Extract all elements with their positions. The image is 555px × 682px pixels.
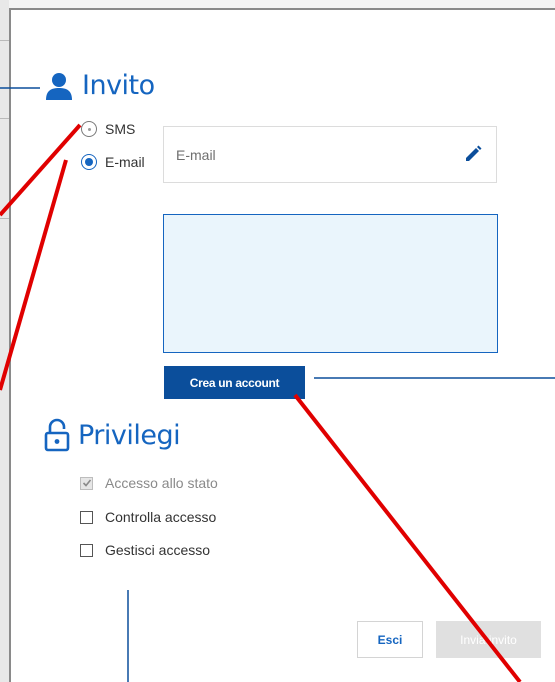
person-icon <box>46 72 72 100</box>
radio-email[interactable]: E-mail <box>81 154 145 170</box>
checkbox-control-access[interactable] <box>80 510 93 524</box>
background-strip <box>0 0 9 682</box>
invite-title: Invito <box>82 70 155 101</box>
checkbox-manage-access[interactable] <box>80 543 93 557</box>
invite-section-title: Invito <box>44 70 155 101</box>
privilege-status-access-label: Accesso allo stato <box>105 475 218 491</box>
privileges-section-title: Privilegi <box>44 418 181 452</box>
check-icon <box>82 479 91 487</box>
message-textarea[interactable] <box>163 214 498 353</box>
checkbox-status-access <box>80 476 93 490</box>
privilege-manage-access[interactable]: Gestisci accesso <box>80 542 210 558</box>
privileges-title: Privilegi <box>78 419 181 451</box>
privilege-control-access[interactable]: Controlla accesso <box>80 509 216 525</box>
padlock-icon <box>44 418 70 452</box>
background-divider <box>0 118 9 119</box>
send-invite-button: Invia invito <box>436 621 541 658</box>
radio-sms[interactable]: SMS <box>81 121 135 137</box>
radio-sms-label: SMS <box>105 121 136 137</box>
privilege-control-access-label: Controlla accesso <box>105 509 217 525</box>
radio-email-circle[interactable] <box>81 154 97 170</box>
radio-email-label: E-mail <box>105 154 145 170</box>
privilege-manage-access-label: Gestisci accesso <box>105 542 211 558</box>
privilege-status-access: Accesso allo stato <box>80 475 218 491</box>
create-account-button[interactable]: Crea un account <box>164 366 305 399</box>
email-field-container <box>163 126 497 183</box>
background-divider <box>0 40 9 41</box>
radio-sms-circle[interactable] <box>81 121 97 137</box>
pencil-icon[interactable] <box>464 145 482 168</box>
background-divider <box>0 218 9 219</box>
exit-button[interactable]: Esci <box>357 621 423 658</box>
email-field[interactable] <box>164 127 444 182</box>
